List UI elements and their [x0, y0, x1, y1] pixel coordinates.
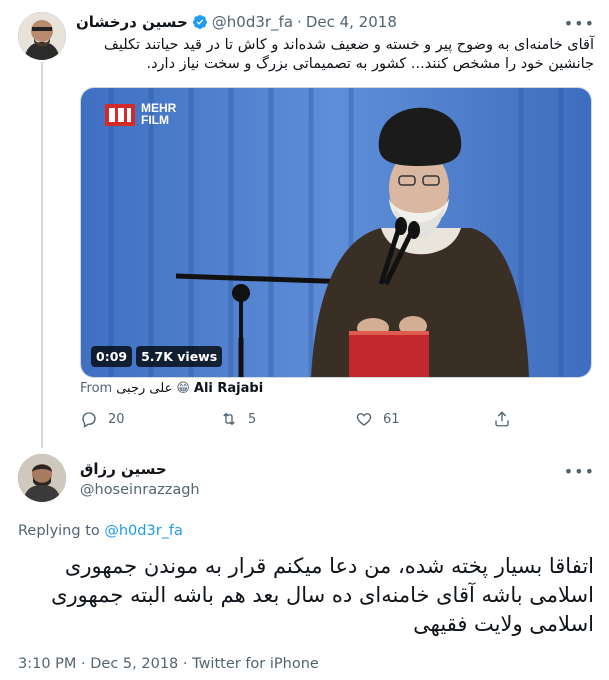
- more-options-icon[interactable]: •••: [564, 462, 595, 481]
- video-frame: [81, 88, 591, 377]
- avatar-image: [18, 454, 66, 502]
- like-button[interactable]: 61: [355, 410, 400, 428]
- tweet-original: حسین درخشان @h0d3r_fa · Dec 4, 2018 ••• …: [0, 0, 609, 448]
- verified-badge-icon: [192, 15, 207, 29]
- logo-line-2: FILM: [141, 113, 169, 127]
- video-attribution: From علی رجبی 😁 Ali Rajabi: [80, 381, 263, 396]
- reply-author-handle[interactable]: @hoseinrazzagh: [80, 482, 200, 498]
- laughing-emoji-icon: 😁: [176, 381, 190, 396]
- tweet-date[interactable]: Dec 4, 2018: [306, 13, 397, 31]
- reply-text: اتفاقا بسیار پخته شده، من دعا میکنم قرار…: [51, 554, 594, 636]
- retweet-button[interactable]: 5: [220, 410, 256, 428]
- author-handle[interactable]: @h0d3r_fa: [212, 13, 293, 31]
- author-name[interactable]: حسین درخشان: [76, 13, 188, 31]
- reply-author-name[interactable]: حسین رزاق: [80, 460, 167, 478]
- separator-dot: ·: [182, 656, 188, 672]
- reply-metadata: 3:10 PM · Dec 5, 2018 · Twitter for iPho…: [18, 656, 319, 672]
- reply-count: 20: [108, 411, 125, 427]
- video-views: 5.7K views: [136, 346, 223, 367]
- share-icon: [495, 411, 509, 427]
- retweet-count: 5: [248, 411, 257, 427]
- video-player[interactable]: MEHR FILM 0:09 5.7K views: [80, 87, 592, 378]
- tweet-text: آقای خامنه‌ای به وضوح پیر و خسته و ضعیف …: [103, 37, 594, 72]
- reply-client[interactable]: Twitter for iPhone: [192, 656, 319, 672]
- heart-icon: [356, 413, 372, 426]
- more-options-icon[interactable]: •••: [564, 14, 595, 33]
- reply-time[interactable]: 3:10 PM: [18, 656, 76, 672]
- retweet-icon: [223, 412, 235, 426]
- separator-dot: ·: [81, 656, 86, 672]
- tweet-actions: 20 5 61: [80, 410, 600, 434]
- reply-date[interactable]: Dec 5, 2018: [90, 656, 178, 672]
- thread-line: [41, 62, 43, 448]
- separator-dot: ·: [297, 13, 302, 31]
- reply-button[interactable]: 20: [80, 410, 125, 428]
- video-badges: 0:09 5.7K views: [91, 346, 223, 367]
- avatar[interactable]: [18, 12, 66, 60]
- from-source-en[interactable]: Ali Rajabi: [194, 381, 263, 396]
- video-logo-text: MEHR FILM: [141, 102, 176, 126]
- replying-to: Replying to @h0d3r_fa: [18, 523, 183, 539]
- from-label: From: [80, 381, 113, 396]
- from-source-fa[interactable]: علی رجبی: [116, 381, 172, 396]
- tweet-header: حسین درخشان @h0d3r_fa · Dec 4, 2018: [76, 12, 397, 32]
- share-button[interactable]: [493, 410, 511, 428]
- replying-to-link[interactable]: @h0d3r_fa: [104, 523, 183, 539]
- reply-avatar[interactable]: [18, 454, 66, 502]
- like-count: 61: [383, 411, 400, 427]
- video-duration: 0:09: [91, 346, 133, 367]
- reply-icon: [82, 412, 96, 428]
- avatar-image: [18, 12, 66, 60]
- replying-prefix: Replying to: [18, 523, 100, 539]
